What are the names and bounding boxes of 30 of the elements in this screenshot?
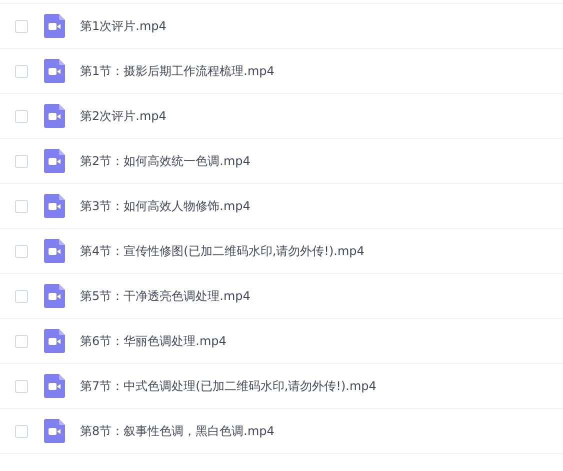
file-name[interactable]: 第4节：宣传性修图(已加二维码水印,请勿外传!).mp4 [80, 242, 364, 260]
video-file-icon [44, 419, 65, 443]
checkbox[interactable] [15, 334, 28, 348]
checkbox[interactable] [15, 244, 28, 258]
video-file-icon [44, 104, 65, 128]
checkbox[interactable] [15, 424, 28, 438]
checkbox[interactable] [15, 380, 28, 392]
video-file-icon [44, 329, 65, 353]
checkbox[interactable] [15, 290, 28, 302]
file-name[interactable]: 第8节：叙事性色调，黑白色调.mp4 [80, 422, 274, 440]
file-name[interactable]: 第2次评片.mp4 [80, 107, 166, 125]
video-file-icon [44, 14, 65, 38]
checkbox[interactable] [15, 154, 28, 168]
video-file-icon [44, 239, 65, 263]
video-file-icon [44, 194, 65, 218]
file-name[interactable]: 第3节：如何高效人物修饰.mp4 [80, 197, 250, 215]
video-file-icon [44, 374, 65, 398]
file-name[interactable]: 第2节：如何高效统一色调.mp4 [80, 152, 250, 170]
file-name[interactable]: 第7节：中式色调处理(已加二维码水印,请勿外传!).mp4 [80, 377, 376, 395]
video-file-icon [44, 284, 65, 308]
file-name[interactable]: 第6节：华丽色调处理.mp4 [80, 332, 226, 350]
checkbox[interactable] [15, 110, 28, 122]
checkbox[interactable] [15, 64, 28, 78]
file-name[interactable]: 第5节：干净透亮色调处理.mp4 [80, 287, 250, 305]
checkbox[interactable] [15, 200, 28, 212]
checkbox[interactable] [15, 20, 28, 32]
file-name[interactable]: 第1次评片.mp4 [80, 17, 166, 35]
video-file-icon [44, 59, 65, 83]
file-name[interactable]: 第1节：摄影后期工作流程梳理.mp4 [80, 62, 274, 80]
video-file-icon [44, 149, 65, 173]
